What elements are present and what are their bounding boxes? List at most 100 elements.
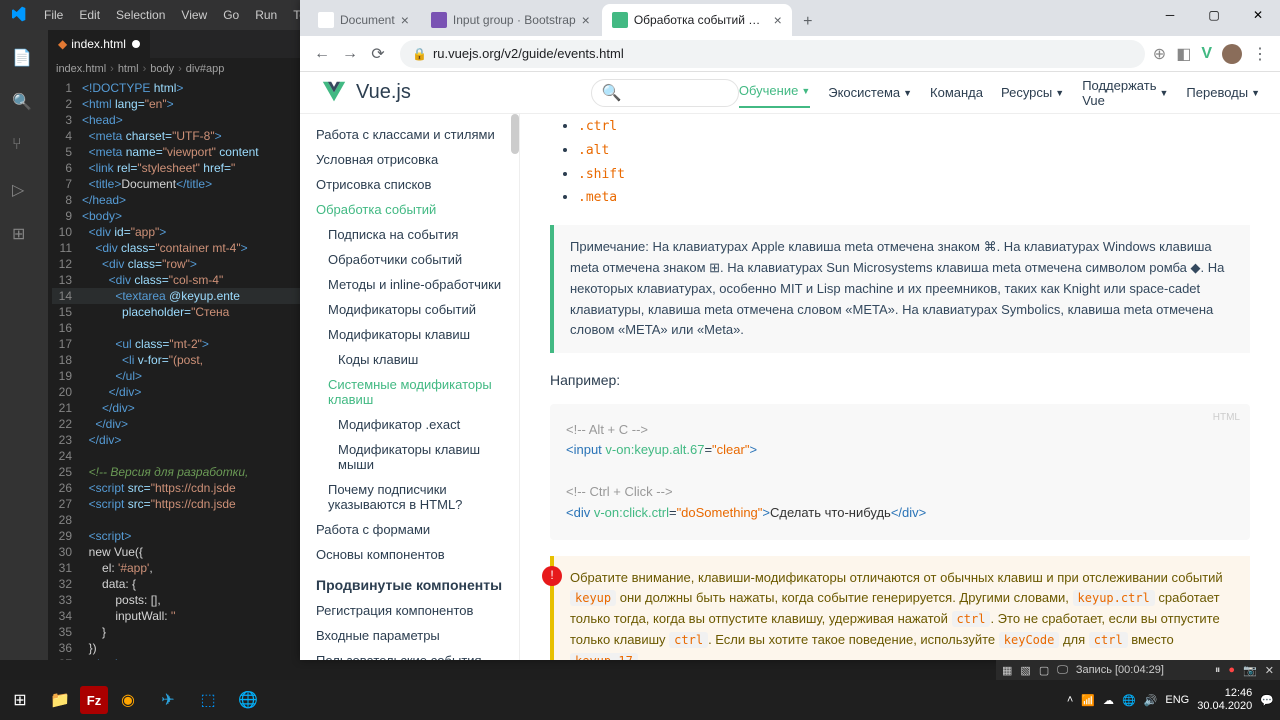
file-explorer-icon[interactable]: 📁 [40,680,80,720]
code-line[interactable]: 15 placeholder="Стена [52,304,300,320]
sidebar-item[interactable]: Пользовательские события [300,648,519,660]
code-line[interactable]: 6 <link rel="stylesheet" href=" [52,160,300,176]
forward-button[interactable]: → [336,45,364,63]
sidebar-item[interactable]: Отрисовка списков [300,172,519,197]
code-line[interactable]: 21 </div> [52,400,300,416]
code-line[interactable]: 34 inputWall: '' [52,608,300,624]
pause-icon[interactable]: ⏸ [1215,664,1221,677]
sidebar-item[interactable]: Входные параметры [300,623,519,648]
telegram-icon[interactable]: ✈ [148,680,188,720]
tray-chevron[interactable]: ˄ [1067,694,1073,706]
sidebar-item[interactable]: Продвинутые компоненты [300,567,519,598]
menu-file[interactable]: File [36,8,71,22]
sidebar-item[interactable]: Почему подписчики указываются в HTML? [300,477,519,517]
extensions-icon[interactable]: ⊞ [12,224,36,248]
sidebar-item[interactable]: Регистрация компонентов [300,598,519,623]
code-line[interactable]: 9<body> [52,208,300,224]
code-line[interactable]: 11 <div class="container mt-4"> [52,240,300,256]
code-line[interactable]: 16 [52,320,300,336]
clock[interactable]: 12:46 30.04.2020 [1197,687,1252,713]
code-line[interactable]: 3<head> [52,112,300,128]
minimize-button[interactable]: ─ [1148,0,1192,30]
breadcrumb-item[interactable]: body [150,63,174,75]
nav-item[interactable]: Переводы ▼ [1186,78,1260,108]
code-line[interactable]: 31 el: '#app', [52,560,300,576]
close-button[interactable]: ✕ [1236,0,1280,30]
code-line[interactable]: 10 <div id="app"> [52,224,300,240]
nav-item[interactable]: Экосистема ▼ [828,78,912,108]
site-search[interactable]: 🔍 [591,79,739,107]
camera-icon[interactable]: 📷 [1243,664,1257,677]
code-line[interactable]: 17 <ul class="mt-2"> [52,336,300,352]
reload-button[interactable]: ⟳ [364,44,392,64]
menu-run[interactable]: Run [247,8,285,22]
ext-icon[interactable]: ⊕ [1153,44,1166,64]
start-button[interactable]: ⊞ [0,680,40,720]
code-line[interactable]: 24 [52,448,300,464]
menu-icon[interactable]: ⋮ [1252,44,1268,64]
docs-content[interactable]: .ctrl.alt.shift.meta Примечание: На клав… [520,114,1280,660]
code-line[interactable]: 33 posts: [], [52,592,300,608]
volume-icon[interactable]: 🔊 [1144,694,1158,707]
browser-tab[interactable]: Input group · Bootstrap× [421,4,600,36]
code-line[interactable]: 26 <script src="https://cdn.jsde [52,480,300,496]
code-line[interactable]: 2<html lang="en"> [52,96,300,112]
ext-icon[interactable]: ◧ [1176,44,1191,64]
code-line[interactable]: 29 <script> [52,528,300,544]
code-line[interactable]: 18 <li v-for="(post, [52,352,300,368]
close-tab-icon[interactable]: × [401,12,409,28]
sidebar-item[interactable]: Коды клавиш [300,347,519,372]
code-line[interactable]: 35 } [52,624,300,640]
close-tab-icon[interactable]: × [774,12,782,28]
code-line[interactable]: 28 [52,512,300,528]
sidebar-item[interactable]: Работа с формами [300,517,519,542]
vue-logo[interactable]: Vue.js [320,79,411,107]
code-line[interactable]: 22 </div> [52,416,300,432]
files-icon[interactable]: 📄 [12,48,36,72]
sidebar-item[interactable]: Системные модификаторы клавиш [300,372,519,412]
nav-item[interactable]: Команда [930,78,983,108]
code-line[interactable]: 14 <textarea @keyup.ente [52,288,300,304]
code-line[interactable]: 5 <meta name="viewport" content [52,144,300,160]
nav-item[interactable]: Обучение ▼ [739,78,810,108]
code-area[interactable]: 1<!DOCTYPE html>2<html lang="en">3<head>… [48,80,300,660]
sidebar-item[interactable]: Модификатор .exact [300,412,519,437]
nav-item[interactable]: Поддержать Vue ▼ [1082,78,1168,108]
breadcrumb-item[interactable]: div#app [186,63,225,75]
vue-devtools-icon[interactable]: V [1201,45,1212,63]
menu-view[interactable]: View [173,8,215,22]
breadcrumb-item[interactable]: index.html [56,63,106,75]
source-control-icon[interactable]: ⑂ [12,136,36,160]
sidebar-item[interactable]: Подписка на события [300,222,519,247]
debug-icon[interactable]: ▷ [12,180,36,204]
code-line[interactable]: 13 <div class="col-sm-4" [52,272,300,288]
new-tab-button[interactable]: + [794,8,822,36]
filezilla-icon[interactable]: Fz [80,686,108,714]
sidebar-item[interactable]: Условная отрисовка [300,147,519,172]
code-line[interactable]: 7 <title>Document</title> [52,176,300,192]
sidebar-item[interactable]: Основы компонентов [300,542,519,567]
record-icon[interactable]: ● [1228,664,1235,676]
code-line[interactable]: 1<!DOCTYPE html> [52,80,300,96]
sidebar-item[interactable]: Обработчики событий [300,247,519,272]
notifications-icon[interactable]: 💬 [1260,694,1274,707]
docs-sidebar[interactable]: Работа с классами и стилямиУсловная отри… [300,114,520,660]
sidebar-item[interactable]: Обработка событий [300,197,519,222]
language-indicator[interactable]: ENG [1165,694,1189,706]
maximize-button[interactable]: ▢ [1192,0,1236,30]
menu-edit[interactable]: Edit [71,8,108,22]
code-line[interactable]: 36 }) [52,640,300,656]
vscode-taskbar-icon[interactable]: ⬚ [188,680,228,720]
nav-item[interactable]: Ресурсы ▼ [1001,78,1064,108]
sidebar-item[interactable]: Модификаторы событий [300,297,519,322]
app-icon[interactable]: ◉ [108,680,148,720]
search-icon[interactable]: 🔍 [12,92,36,116]
avatar[interactable] [1222,44,1242,64]
sidebar-item[interactable]: Методы и inline-обработчики [300,272,519,297]
chrome-icon[interactable]: 🌐 [228,680,268,720]
onedrive-icon[interactable]: ☁ [1103,694,1114,707]
browser-tab[interactable]: Обработка событий — Vue.js× [602,4,792,36]
code-line[interactable]: 37 </script> [52,656,300,660]
menu-go[interactable]: Go [215,8,247,22]
code-line[interactable]: 25 <!-- Версия для разработки, [52,464,300,480]
